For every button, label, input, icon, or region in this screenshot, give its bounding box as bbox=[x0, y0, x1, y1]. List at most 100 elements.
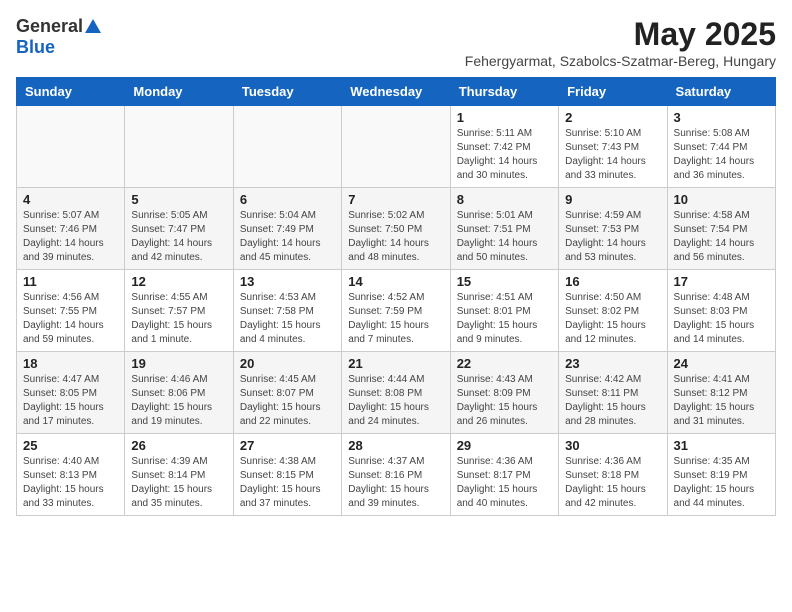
day-number: 13 bbox=[240, 274, 335, 289]
weekday-header-wednesday: Wednesday bbox=[342, 78, 450, 106]
day-number: 16 bbox=[565, 274, 660, 289]
weekday-header-monday: Monday bbox=[125, 78, 233, 106]
day-number: 8 bbox=[457, 192, 552, 207]
table-row: 10Sunrise: 4:58 AMSunset: 7:54 PMDayligh… bbox=[667, 188, 775, 270]
day-info: Sunrise: 4:41 AMSunset: 8:12 PMDaylight:… bbox=[674, 373, 769, 429]
table-row: 12 Sunrise: 4:55 AMSunset: 7:57 PMDayligh… bbox=[125, 270, 233, 352]
day-info: Sunrise: 4:36 AMSunset: 8:17 PMDaylight:… bbox=[457, 455, 552, 511]
day-number: 11 bbox=[23, 274, 118, 289]
day-info: Sunrise: 4:45 AMSunset: 8:07 PMDaylight:… bbox=[240, 373, 335, 429]
table-row: 7Sunrise: 5:02 AMSunset: 7:50 PMDaylight… bbox=[342, 188, 450, 270]
day-number: 2 bbox=[565, 110, 660, 125]
day-info: Sunrise: 5:01 AMSunset: 7:51 PMDaylight:… bbox=[457, 209, 552, 265]
day-number: 15 bbox=[457, 274, 552, 289]
table-row bbox=[233, 106, 341, 188]
table-row: 14 Sunrise: 4:52 AMSunset: 7:59 PMDayligh… bbox=[342, 270, 450, 352]
day-number: 10 bbox=[674, 192, 769, 207]
table-row: 20 Sunrise: 4:45 AMSunset: 8:07 PMDayligh… bbox=[233, 352, 341, 434]
day-number: 14 bbox=[348, 274, 443, 289]
table-row: 5 Sunrise: 5:05 AMSunset: 7:47 PMDaylight… bbox=[125, 188, 233, 270]
day-info: Sunrise: 4:51 AMSunset: 8:01 PMDaylight:… bbox=[457, 291, 552, 347]
table-row: 17 Sunrise: 4:48 AMSunset: 8:03 PMDayligh… bbox=[667, 270, 775, 352]
day-info: Sunrise: 4:52 AMSunset: 7:59 PMDaylight:… bbox=[348, 291, 443, 347]
table-row: 18 Sunrise: 4:47 AMSunset: 8:05 PMDayligh… bbox=[17, 352, 125, 434]
calendar-week-row: 18 Sunrise: 4:47 AMSunset: 8:05 PMDayligh… bbox=[17, 352, 776, 434]
day-info: Sunrise: 4:59 AMSunset: 7:53 PMDaylight:… bbox=[565, 209, 660, 265]
day-info: Sunrise: 5:11 AMSunset: 7:42 PMDaylight:… bbox=[457, 127, 552, 183]
day-number: 7 bbox=[348, 192, 443, 207]
day-number: 12 bbox=[131, 274, 226, 289]
day-number: 29 bbox=[457, 438, 552, 453]
table-row: 4 Sunrise: 5:07 AMSunset: 7:46 PMDaylight… bbox=[17, 188, 125, 270]
day-number: 1 bbox=[457, 110, 552, 125]
day-info: Sunrise: 4:36 AMSunset: 8:18 PMDaylight:… bbox=[565, 455, 660, 511]
calendar-table: SundayMondayTuesdayWednesdayThursdayFrid… bbox=[16, 77, 776, 516]
day-number: 22 bbox=[457, 356, 552, 371]
day-number: 17 bbox=[674, 274, 769, 289]
calendar-week-row: 25 Sunrise: 4:40 AMSunset: 8:13 PMDayligh… bbox=[17, 434, 776, 516]
day-info: Sunrise: 4:44 AMSunset: 8:08 PMDaylight:… bbox=[348, 373, 443, 429]
day-info: Sunrise: 4:40 AMSunset: 8:13 PMDaylight:… bbox=[23, 455, 118, 511]
day-number: 5 bbox=[131, 192, 226, 207]
table-row: 21 Sunrise: 4:44 AMSunset: 8:08 PMDayligh… bbox=[342, 352, 450, 434]
day-info: Sunrise: 5:07 AMSunset: 7:46 PMDaylight:… bbox=[23, 209, 118, 265]
day-info: Sunrise: 4:38 AMSunset: 8:15 PMDaylight:… bbox=[240, 455, 335, 511]
table-row: 3Sunrise: 5:08 AMSunset: 7:44 PMDaylight… bbox=[667, 106, 775, 188]
table-row: 16 Sunrise: 4:50 AMSunset: 8:02 PMDayligh… bbox=[559, 270, 667, 352]
table-row: 31 Sunrise: 4:35 AMSunset: 8:19 PMDayligh… bbox=[667, 434, 775, 516]
table-row: 11 Sunrise: 4:56 AMSunset: 7:55 PMDayligh… bbox=[17, 270, 125, 352]
day-number: 28 bbox=[348, 438, 443, 453]
day-info: Sunrise: 4:55 AMSunset: 7:57 PMDaylight:… bbox=[131, 291, 226, 347]
table-row: 9Sunrise: 4:59 AMSunset: 7:53 PMDaylight… bbox=[559, 188, 667, 270]
table-row: 1 Sunrise: 5:11 AMSunset: 7:42 PMDaylight… bbox=[450, 106, 558, 188]
day-info: Sunrise: 4:53 AMSunset: 7:58 PMDaylight:… bbox=[240, 291, 335, 347]
weekday-header-sunday: Sunday bbox=[17, 78, 125, 106]
weekday-header-thursday: Thursday bbox=[450, 78, 558, 106]
table-row: 29 Sunrise: 4:36 AMSunset: 8:17 PMDayligh… bbox=[450, 434, 558, 516]
day-info: Sunrise: 4:47 AMSunset: 8:05 PMDaylight:… bbox=[23, 373, 118, 429]
table-row: 25 Sunrise: 4:40 AMSunset: 8:13 PMDayligh… bbox=[17, 434, 125, 516]
month-title: May 2025 bbox=[465, 16, 776, 53]
day-number: 31 bbox=[674, 438, 769, 453]
day-info: Sunrise: 4:37 AMSunset: 8:16 PMDaylight:… bbox=[348, 455, 443, 511]
table-row: 23Sunrise: 4:42 AMSunset: 8:11 PMDayligh… bbox=[559, 352, 667, 434]
day-info: Sunrise: 4:56 AMSunset: 7:55 PMDaylight:… bbox=[23, 291, 118, 347]
table-row: 22Sunrise: 4:43 AMSunset: 8:09 PMDayligh… bbox=[450, 352, 558, 434]
table-row: 28 Sunrise: 4:37 AMSunset: 8:16 PMDayligh… bbox=[342, 434, 450, 516]
calendar-header-row: SundayMondayTuesdayWednesdayThursdayFrid… bbox=[17, 78, 776, 106]
table-row: 19Sunrise: 4:46 AMSunset: 8:06 PMDayligh… bbox=[125, 352, 233, 434]
day-number: 4 bbox=[23, 192, 118, 207]
day-number: 6 bbox=[240, 192, 335, 207]
location-title: Fehergyarmat, Szabolcs-Szatmar-Bereg, Hu… bbox=[465, 53, 776, 69]
table-row: 15 Sunrise: 4:51 AMSunset: 8:01 PMDayligh… bbox=[450, 270, 558, 352]
table-row: 13 Sunrise: 4:53 AMSunset: 7:58 PMDayligh… bbox=[233, 270, 341, 352]
day-number: 30 bbox=[565, 438, 660, 453]
day-info: Sunrise: 4:35 AMSunset: 8:19 PMDaylight:… bbox=[674, 455, 769, 511]
calendar-week-row: 4 Sunrise: 5:07 AMSunset: 7:46 PMDaylight… bbox=[17, 188, 776, 270]
day-info: Sunrise: 4:39 AMSunset: 8:14 PMDaylight:… bbox=[131, 455, 226, 511]
day-info: Sunrise: 5:10 AMSunset: 7:43 PMDaylight:… bbox=[565, 127, 660, 183]
day-number: 23 bbox=[565, 356, 660, 371]
table-row bbox=[342, 106, 450, 188]
table-row: 27Sunrise: 4:38 AMSunset: 8:15 PMDayligh… bbox=[233, 434, 341, 516]
table-row bbox=[17, 106, 125, 188]
table-row: 24Sunrise: 4:41 AMSunset: 8:12 PMDayligh… bbox=[667, 352, 775, 434]
weekday-header-saturday: Saturday bbox=[667, 78, 775, 106]
day-info: Sunrise: 4:48 AMSunset: 8:03 PMDaylight:… bbox=[674, 291, 769, 347]
table-row: 30 Sunrise: 4:36 AMSunset: 8:18 PMDayligh… bbox=[559, 434, 667, 516]
weekday-header-friday: Friday bbox=[559, 78, 667, 106]
table-row: 26Sunrise: 4:39 AMSunset: 8:14 PMDayligh… bbox=[125, 434, 233, 516]
day-number: 18 bbox=[23, 356, 118, 371]
day-number: 25 bbox=[23, 438, 118, 453]
day-info: Sunrise: 4:46 AMSunset: 8:06 PMDaylight:… bbox=[131, 373, 226, 429]
logo-general-text: General bbox=[16, 16, 83, 37]
day-info: Sunrise: 4:50 AMSunset: 8:02 PMDaylight:… bbox=[565, 291, 660, 347]
day-number: 20 bbox=[240, 356, 335, 371]
table-row: 6Sunrise: 5:04 AMSunset: 7:49 PMDaylight… bbox=[233, 188, 341, 270]
day-number: 21 bbox=[348, 356, 443, 371]
day-info: Sunrise: 5:05 AMSunset: 7:47 PMDaylight:… bbox=[131, 209, 226, 265]
table-row: 2 Sunrise: 5:10 AMSunset: 7:43 PMDaylight… bbox=[559, 106, 667, 188]
day-number: 3 bbox=[674, 110, 769, 125]
title-block: May 2025 Fehergyarmat, Szabolcs-Szatmar-… bbox=[465, 16, 776, 69]
table-row bbox=[125, 106, 233, 188]
